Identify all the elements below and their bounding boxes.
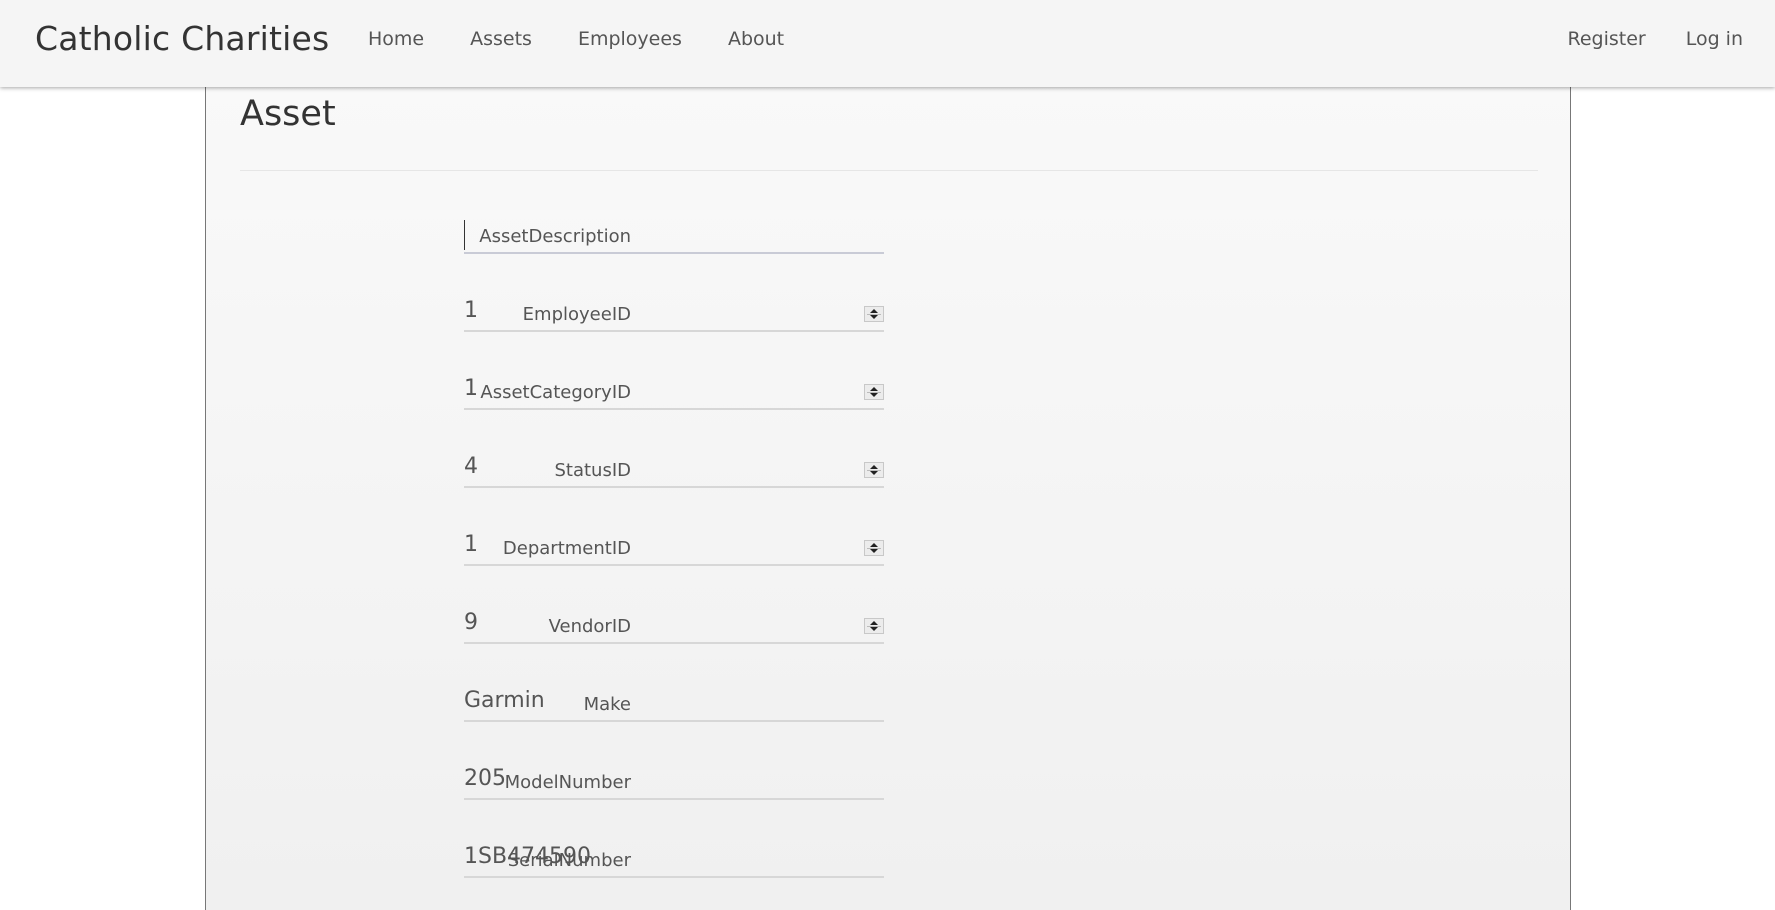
employee-id-value: 1: [464, 298, 478, 323]
page-title: Asset: [240, 94, 336, 134]
status-id-stepper-icon[interactable]: [864, 462, 884, 478]
nav-link-assets[interactable]: Assets: [447, 28, 555, 50]
nav-link-home[interactable]: Home: [345, 28, 447, 50]
vendor-id-stepper-icon[interactable]: [864, 618, 884, 634]
asset-description-input[interactable]: [464, 208, 884, 254]
form-row-make: Make Garmin: [206, 676, 1106, 736]
form-row-model-number: ModelNumber 205: [206, 754, 1106, 814]
asset-category-id-stepper-icon[interactable]: [864, 384, 884, 400]
employee-id-input[interactable]: 1: [464, 286, 884, 332]
status-id-input[interactable]: 4: [464, 442, 884, 488]
top-navbar: Catholic Charities Home Assets Employees…: [0, 0, 1775, 87]
vendor-id-value: 9: [464, 610, 478, 635]
serial-number-value: 1SB474590: [464, 844, 592, 869]
form-row-vendor-id: VendorID 9: [206, 598, 1106, 658]
make-input[interactable]: Garmin: [464, 676, 884, 722]
model-number-input[interactable]: 205: [464, 754, 884, 800]
form-row-asset-category-id: AssetCategoryID 1: [206, 364, 1106, 424]
brand-link[interactable]: Catholic Charities: [35, 19, 329, 58]
serial-number-input[interactable]: 1SB474590: [464, 832, 884, 878]
text-cursor: [464, 220, 465, 250]
department-id-stepper-icon[interactable]: [864, 540, 884, 556]
nav-link-login[interactable]: Log in: [1666, 28, 1775, 50]
vendor-id-input[interactable]: 9: [464, 598, 884, 644]
title-divider: [240, 170, 1538, 171]
department-id-value: 1: [464, 532, 478, 557]
primary-nav: Home Assets Employees About: [345, 28, 807, 50]
asset-category-id-input[interactable]: 1: [464, 364, 884, 410]
form-row-asset-description: AssetDescription: [206, 208, 1106, 268]
form-row-department-id: DepartmentID 1: [206, 520, 1106, 580]
asset-form-panel: Asset AssetDescription EmployeeID 1 Asse…: [205, 80, 1571, 910]
form-row-status-id: StatusID 4: [206, 442, 1106, 502]
department-id-input[interactable]: 1: [464, 520, 884, 566]
nav-link-register[interactable]: Register: [1547, 28, 1665, 50]
form-row-employee-id: EmployeeID 1: [206, 286, 1106, 346]
account-nav: Register Log in: [1547, 28, 1775, 50]
nav-link-employees[interactable]: Employees: [555, 28, 705, 50]
employee-id-stepper-icon[interactable]: [864, 306, 884, 322]
model-number-value: 205: [464, 766, 506, 791]
status-id-value: 4: [464, 454, 478, 479]
asset-category-id-value: 1: [464, 376, 478, 401]
form-row-serial-number: SerialNumber 1SB474590: [206, 832, 1106, 892]
nav-link-about[interactable]: About: [705, 28, 807, 50]
make-value: Garmin: [464, 688, 545, 713]
